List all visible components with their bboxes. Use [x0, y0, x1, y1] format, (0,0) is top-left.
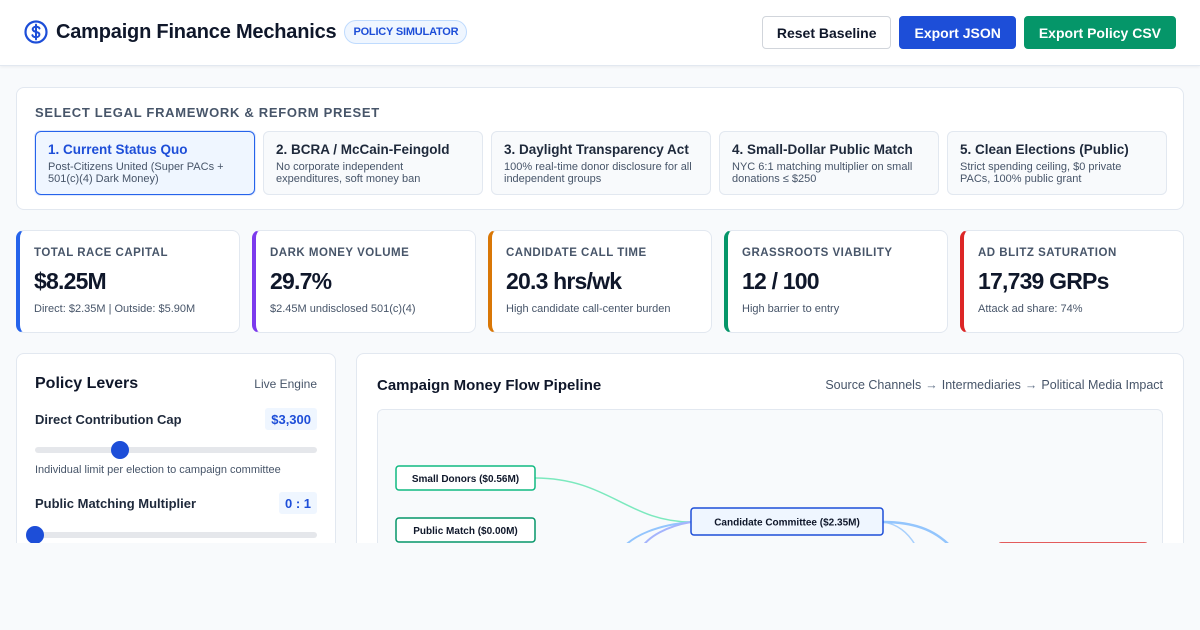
- slider-thumb[interactable]: [26, 526, 44, 544]
- metric-value: 12 / 100: [742, 268, 820, 294]
- framework-panel: SELECT LEGAL FRAMEWORK & REFORM PRESET 1…: [16, 87, 1184, 210]
- preset-daylight[interactable]: 3. Daylight Transparency Act 100% real-t…: [491, 131, 711, 195]
- metric-ad-blitz-saturation: AD BLITZ SATURATION 17,739 GRPs Attack a…: [960, 230, 1184, 333]
- flow-link-small-donors: [534, 477, 692, 523]
- legend-source-channels: Source Channels: [825, 378, 922, 392]
- metric-label: TOTAL RACE CAPITAL: [34, 247, 169, 259]
- preset-title: 2. BCRA / McCain-Feingold: [276, 142, 450, 157]
- arrow-right-icon: →: [925, 378, 938, 392]
- metric-sub: Direct: $2.35M | Outside: $5.90M: [34, 303, 196, 315]
- preset-clean-elections[interactable]: 5. Clean Elections (Public) Strict spend…: [947, 131, 1167, 195]
- metric-value: 29.7%: [270, 268, 332, 294]
- app-header: Campaign Finance Mechanics POLICY SIMULA…: [0, 0, 1200, 66]
- arrow-right-icon: →: [1024, 378, 1038, 392]
- preset-desc: Strict spending ceiling, $0 private PACs…: [960, 161, 1122, 185]
- preset-title: 1. Current Status Quo: [48, 142, 188, 157]
- brand: Campaign Finance Mechanics POLICY SIMULA…: [24, 20, 468, 44]
- dollar-circle-icon: [24, 20, 48, 44]
- node-candidate-committee[interactable]: Candidate Committee ($2.35M): [690, 507, 884, 536]
- preset-small-dollar[interactable]: 4. Small-Dollar Public Match NYC 6:1 mat…: [719, 131, 939, 195]
- preset-status-quo[interactable]: 1. Current Status Quo Post-Citizens Unit…: [35, 131, 255, 195]
- mode-badge: POLICY SIMULATOR: [344, 20, 468, 44]
- node-label: Candidate Committee ($2.35M): [714, 518, 860, 529]
- preset-title: 5. Clean Elections (Public): [960, 142, 1129, 157]
- preset-title: 3. Daylight Transparency Act: [504, 142, 689, 157]
- metric-label: AD BLITZ SATURATION: [978, 247, 1117, 259]
- preset-desc: No corporate independent expenditures, s…: [276, 161, 421, 185]
- metric-dark-money-volume: DARK MONEY VOLUME 29.7% $2.45M undisclos…: [252, 230, 476, 333]
- app-title: Campaign Finance Mechanics: [56, 20, 337, 43]
- lever-name: Direct Contribution Cap: [35, 412, 182, 427]
- node-label: Small Donors ($0.56M): [412, 474, 519, 485]
- metric-total-race-capital: TOTAL RACE CAPITAL $8.25M Direct: $2.35M…: [16, 230, 240, 333]
- metric-label: GRASSROOTS VIABILITY: [742, 247, 893, 259]
- node-public-match[interactable]: Public Match ($0.00M): [395, 517, 536, 543]
- metric-sub: $2.45M undisclosed 501(c)(4): [270, 303, 416, 315]
- metric-value: 17,739 GRPs: [978, 268, 1109, 294]
- live-engine-tag: Live Engine: [254, 377, 317, 391]
- metric-sub: Attack ad share: 74%: [978, 303, 1083, 315]
- lever-note: Individual limit per election to campaig…: [35, 464, 281, 476]
- export-json-button[interactable]: Export JSON: [899, 16, 1016, 49]
- metric-cards: TOTAL RACE CAPITAL $8.25M Direct: $2.35M…: [16, 230, 1184, 333]
- pipeline-legend: Source Channels → Intermediaries → Polit…: [825, 378, 1163, 392]
- levers-title: Policy Levers: [35, 375, 139, 392]
- metric-sub: High candidate call-center burden: [506, 303, 671, 315]
- metric-value: $8.25M: [34, 268, 107, 294]
- legend-intermediaries: Intermediaries: [941, 378, 1021, 392]
- preset-desc: NYC 6:1 matching multiplier on small don…: [732, 161, 913, 185]
- metric-label: DARK MONEY VOLUME: [270, 247, 410, 259]
- lever-value: $3,300: [265, 408, 317, 430]
- node-label: Public Match ($0.00M): [413, 526, 517, 537]
- viewport-bottom: [0, 543, 1200, 630]
- reset-baseline-button[interactable]: Reset Baseline: [761, 16, 892, 49]
- metric-value: 20.3 hrs/wk: [506, 268, 622, 294]
- metric-label: CANDIDATE CALL TIME: [506, 247, 647, 259]
- lever-name: Public Matching Multiplier: [35, 496, 197, 511]
- metric-sub: High barrier to entry: [742, 303, 840, 315]
- slider-thumb[interactable]: [110, 441, 129, 459]
- slider-track[interactable]: [26, 526, 317, 544]
- lever-value: 0 : 1: [278, 492, 317, 514]
- export-policy-csv-button[interactable]: Export Policy CSV: [1023, 16, 1176, 49]
- header-actions: Reset Baseline Export JSON Export Policy…: [761, 16, 1176, 49]
- preset-list: 1. Current Status Quo Post-Citizens Unit…: [35, 131, 1167, 195]
- pipeline-title: Campaign Money Flow Pipeline: [377, 377, 602, 394]
- node-small-donors[interactable]: Small Donors ($0.56M): [395, 465, 536, 491]
- slider-track[interactable]: [35, 441, 317, 459]
- preset-desc: 100% real-time donor disclosure for all …: [504, 161, 692, 185]
- preset-bcra[interactable]: 2. BCRA / McCain-Feingold No corporate i…: [263, 131, 483, 195]
- metric-grassroots-viability: GRASSROOTS VIABILITY 12 / 100 High barri…: [724, 230, 948, 333]
- framework-title: SELECT LEGAL FRAMEWORK & REFORM PRESET: [35, 105, 380, 120]
- preset-title: 4. Small-Dollar Public Match: [732, 142, 913, 157]
- legend-media-impact: Political Media Impact: [1041, 378, 1163, 392]
- metric-candidate-call-time: CANDIDATE CALL TIME 20.3 hrs/wk High can…: [488, 230, 712, 333]
- preset-desc: Post-Citizens United (Super PACs + 501(c…: [48, 161, 224, 185]
